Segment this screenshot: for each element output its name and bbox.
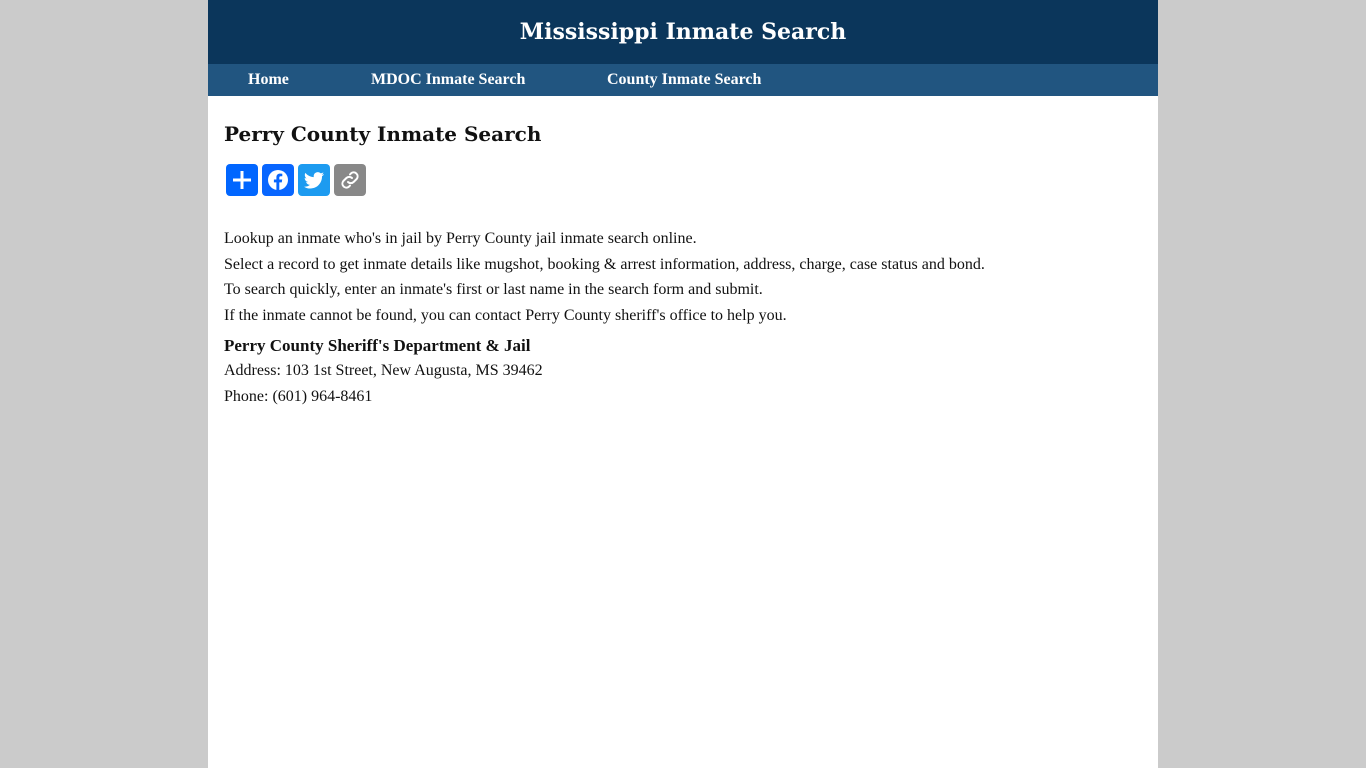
intro-line: Lookup an inmate who's in jail by Perry … xyxy=(224,230,697,247)
intro-line: Select a record to get inmate details li… xyxy=(224,255,985,273)
site-header: Mississippi Inmate Search xyxy=(208,0,1158,64)
sheriff-phone: Phone: (601) 964-8461 xyxy=(224,388,373,406)
nav-item-county-inmate-search[interactable]: County Inmate Search xyxy=(607,64,761,96)
twitter-icon xyxy=(304,172,324,189)
copy-link-button[interactable] xyxy=(334,164,366,196)
intro-text: Lookup an inmate who's in jail by Perry … xyxy=(224,226,1142,328)
nav-item-mdoc-inmate-search[interactable]: MDOC Inmate Search xyxy=(371,64,525,96)
facebook-icon xyxy=(268,170,288,190)
copy-link-icon xyxy=(341,171,359,189)
facebook-share-button[interactable] xyxy=(262,164,294,196)
twitter-share-button[interactable] xyxy=(298,164,330,196)
intro-line: If the inmate cannot be found, you can c… xyxy=(224,306,787,324)
share-plus-icon xyxy=(233,171,251,189)
page-container: Mississippi Inmate Search Home MDOC Inma… xyxy=(208,0,1158,768)
main-nav: Home MDOC Inmate Search County Inmate Se… xyxy=(208,64,1158,96)
share-button[interactable] xyxy=(226,164,258,196)
page-title: Perry County Inmate Search xyxy=(224,122,542,146)
sheriff-department-name: Perry County Sheriff's Department & Jail xyxy=(224,336,531,356)
share-buttons xyxy=(226,164,1142,196)
main-content: Perry County Inmate Search Lookup an inm… xyxy=(224,96,1142,410)
nav-item-home[interactable]: Home xyxy=(248,64,289,96)
intro-line: To search quickly, enter an inmate's fir… xyxy=(224,281,763,299)
site-title[interactable]: Mississippi Inmate Search xyxy=(520,19,847,45)
sheriff-address: Address: 103 1st Street, New Augusta, MS… xyxy=(224,362,543,380)
